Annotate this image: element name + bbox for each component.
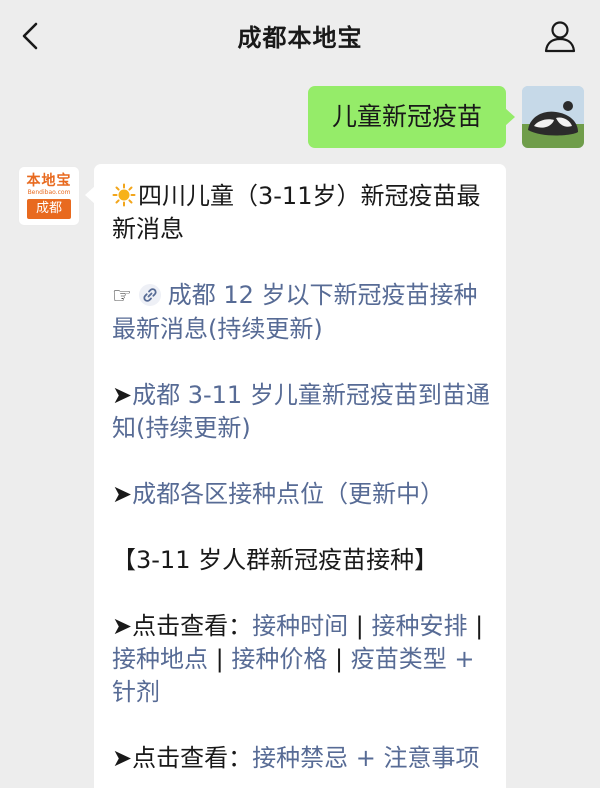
pointing-hand-icon: ☞ [112,284,132,309]
navigation-bar: 成都本地宝 [0,0,600,72]
separator: | [215,645,224,673]
user-avatar-image [522,86,584,148]
user-avatar[interactable] [522,86,584,148]
link-contraindications[interactable]: 接种禁忌 [252,744,348,772]
bot-logo-city: 成都 [27,199,71,219]
outgoing-message-bubble[interactable]: 儿童新冠疫苗 [307,86,516,148]
bot-logo-text: 本地宝 [26,173,72,189]
message-title: 四川儿童（3-11岁）新冠疫苗最新消息 [112,182,481,243]
separator: | [475,612,484,640]
outgoing-message-row: 儿童新冠疫苗 [164,86,584,148]
chat-title: 成都本地宝 [237,24,363,52]
link-line-3: ➤成都各区接种点位（更新中） [112,478,490,511]
plus-sign: + [355,744,376,772]
arrow-bullet-icon: ➤ [112,381,133,409]
incoming-message-bubble: 四川儿童（3-11岁）新冠疫苗最新消息 ☞ 成都 12 岁以下新冠疫苗接种最新消… [85,164,506,788]
arrow-bullet-icon: ➤ [112,744,133,772]
bot-avatar[interactable]: 本地宝 Bendibao.com 成都 [18,166,80,226]
sun-icon [112,183,136,207]
link-vaccine-type[interactable]: 疫苗类型 [351,645,447,673]
plus-sign: + [454,645,475,673]
bot-logo-url: Bendibao.com [27,189,71,196]
link-price[interactable]: 接种价格 [231,645,327,673]
link-line-1: ☞ 成都 12 岁以下新冠疫苗接种最新消息(持续更新) [112,279,490,346]
check-label: 点击查看： [132,612,253,640]
link-dose[interactable]: 针剂 [112,678,160,706]
link-line-2: ➤成都 3-11 岁儿童新冠疫苗到苗通知(持续更新) [112,379,490,445]
check-label: 点击查看： [132,744,253,772]
separator: | [355,612,364,640]
user-profile-icon[interactable] [542,18,578,54]
article-link-1[interactable]: 成都 12 岁以下新冠疫苗接种最新消息(持续更新) [112,281,478,343]
link-chain-icon [138,284,161,306]
arrow-bullet-icon: ➤ [112,612,133,640]
link-arrangement[interactable]: 接种安排 [371,612,467,640]
separator: | [335,645,344,673]
article-link-3[interactable]: 成都各区接种点位（更新中） [132,480,444,508]
link-schedule-time[interactable]: 接种时间 [252,612,348,640]
link-location[interactable]: 接种地点 [112,645,208,673]
quick-links-1: ➤点击查看：接种时间 | 接种安排 | 接种地点 | 接种价格 | 疫苗类型 +… [112,610,490,709]
link-precautions[interactable]: 注意事项 [384,744,480,772]
section-heading: 【3-11 岁人群新冠疫苗接种】 [112,546,439,574]
arrow-bullet-icon: ➤ [112,480,133,508]
message-title-line: 四川儿童（3-11岁）新冠疫苗最新消息 [112,180,490,246]
article-link-2[interactable]: 成都 3-11 岁儿童新冠疫苗到苗通知(持续更新) [112,381,490,442]
quick-links-2: ➤点击查看：接种禁忌 + 注意事项 [112,742,490,775]
